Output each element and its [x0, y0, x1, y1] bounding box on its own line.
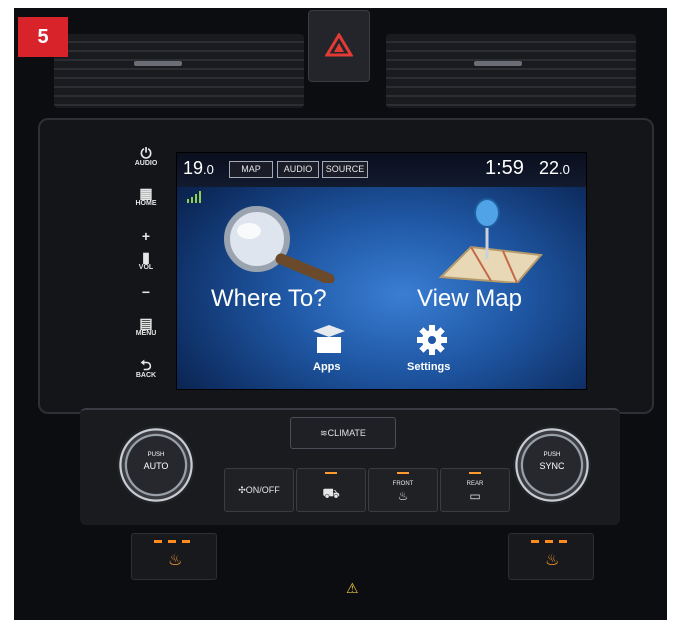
left-vent-tab[interactable]	[134, 61, 182, 66]
where-to-label: Where To?	[211, 285, 327, 312]
fan-on-off-button[interactable]: ✣ON/OFF	[224, 468, 294, 512]
menu-icon: ▤	[139, 315, 153, 331]
right-vent-tab[interactable]	[474, 61, 522, 66]
rear-defrost-button[interactable]: REAR ▭	[440, 468, 510, 512]
status-bar: 19.0 MAP AUDIO SOURCE 1:59 22.0	[177, 153, 586, 187]
infotainment-screen: 19.0 MAP AUDIO SOURCE 1:59 22.0 Where To…	[176, 152, 587, 390]
climate-button[interactable]: ≋CLIMATE	[290, 417, 396, 449]
gear-icon	[417, 325, 447, 355]
apps-label: Apps	[313, 361, 341, 373]
apps-button[interactable]: Apps	[297, 323, 361, 383]
menu-button[interactable]: ▤ MENU	[120, 316, 172, 337]
left-air-vent	[54, 34, 304, 108]
signal-icon	[187, 191, 201, 203]
seat-heater-icon: ♨	[168, 552, 183, 569]
tab-audio[interactable]: AUDIO	[277, 161, 319, 178]
volume-up-button[interactable]: +	[120, 228, 172, 244]
volume-bar-icon: ▮	[142, 249, 150, 265]
front-defrost-button[interactable]: FRONT ♨	[368, 468, 438, 512]
tab-source[interactable]: SOURCE	[322, 161, 368, 178]
passenger-seat-heater-button[interactable]: ♨	[508, 533, 594, 580]
volume-down-button[interactable]: −	[120, 284, 172, 300]
driver-seat-heater-button[interactable]: ♨	[131, 533, 217, 580]
fan-icon: ✣	[238, 485, 246, 495]
power-icon: ⏻	[140, 145, 152, 161]
passenger-temp-knob[interactable]: PUSH SYNC	[513, 426, 591, 504]
view-map-label: View Map	[417, 285, 522, 312]
tab-map[interactable]: MAP	[229, 161, 273, 178]
home-button[interactable]: ▦ HOME	[120, 186, 172, 207]
magnifier-icon	[224, 206, 335, 283]
settings-label: Settings	[407, 361, 451, 373]
car-recirculation-icon: ⛟	[322, 485, 340, 501]
climate-icon: ≋	[320, 428, 328, 438]
hard-button-column: ⏻ AUDIO ▦ HOME + ▮ VOL − ▤ MENU ⮌ BACK	[120, 146, 172, 386]
apps-box-icon	[313, 325, 345, 353]
hazard-icon	[325, 33, 353, 57]
volume-label: ▮ VOL	[120, 250, 172, 271]
clock: 1:59	[485, 157, 524, 179]
map-pin-icon	[438, 198, 543, 283]
right-air-vent	[386, 34, 636, 108]
where-to-button[interactable]: Where To?	[205, 203, 375, 319]
back-button[interactable]: ⮌ BACK	[120, 358, 172, 379]
passenger-airbag-indicator: ⚠	[346, 580, 366, 596]
seat-heater-icon: ♨	[545, 552, 560, 569]
rear-defrost-icon: ▭	[469, 489, 481, 503]
back-icon: ⮌	[140, 357, 152, 373]
airbag-icon: ⚠	[346, 580, 359, 596]
figure-number-badge: 5	[18, 17, 68, 57]
settings-button[interactable]: Settings	[395, 323, 469, 383]
hazard-button[interactable]	[308, 10, 370, 82]
recirculation-button[interactable]: ⛟	[296, 468, 366, 512]
passenger-temperature: 22.0	[539, 158, 570, 178]
front-defrost-icon: ♨	[397, 489, 409, 503]
driver-temperature: 19.0	[183, 158, 214, 178]
home-grid-icon: ▦	[139, 185, 153, 201]
driver-temp-knob[interactable]: PUSH AUTO	[117, 426, 195, 504]
audio-power-button[interactable]: ⏻ AUDIO	[120, 146, 172, 167]
view-map-button[interactable]: View Map	[409, 197, 579, 319]
